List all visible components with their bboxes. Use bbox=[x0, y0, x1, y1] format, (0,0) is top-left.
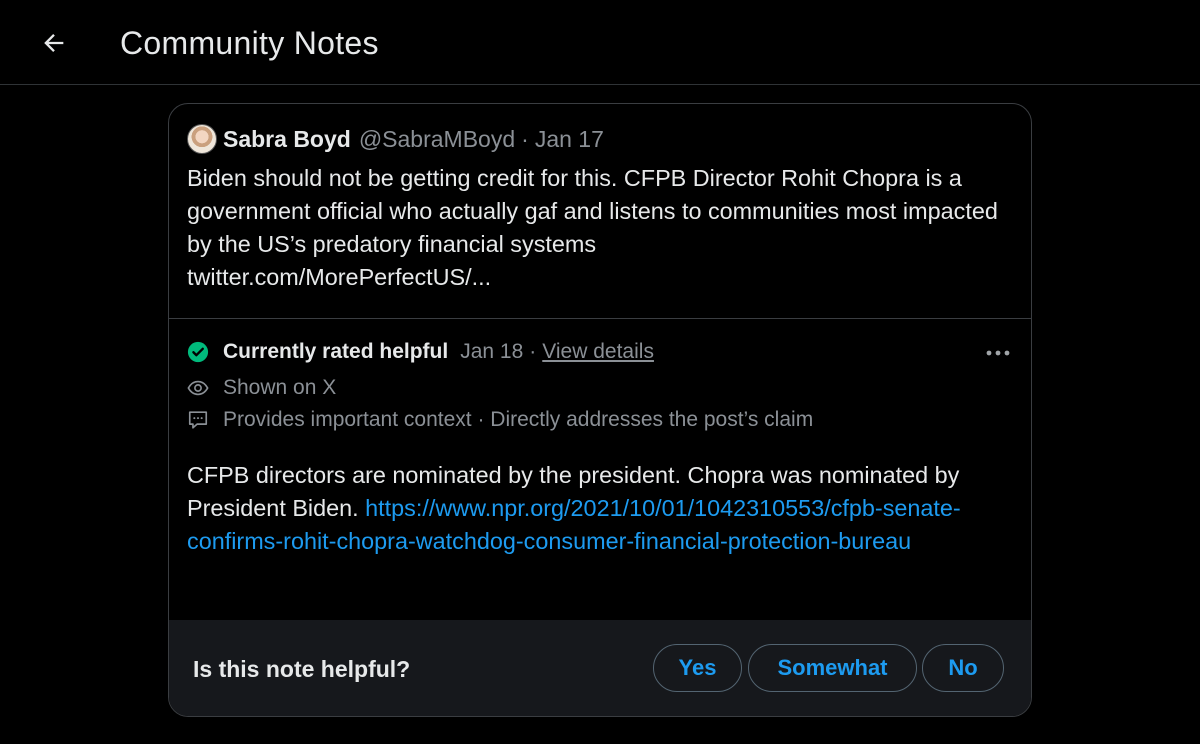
header: Community Notes bbox=[0, 0, 1200, 85]
separator-dot: · bbox=[521, 125, 529, 152]
community-note-card: Sabra Boyd @SabraMBoyd · Jan 17 Biden sh… bbox=[168, 103, 1032, 717]
post-text-block: Biden should not be getting credit for t… bbox=[187, 162, 1017, 294]
post-date[interactable]: Jan 17 bbox=[535, 126, 604, 153]
helpful-question: Is this note helpful? bbox=[193, 656, 411, 682]
separator-dot: · bbox=[529, 340, 537, 363]
status-date: Jan 18 bbox=[460, 340, 524, 363]
context-text: Provides important context · Directly ad… bbox=[223, 408, 814, 431]
post-header: Sabra Boyd @SabraMBoyd · Jan 17 bbox=[187, 124, 604, 154]
check-circle-icon bbox=[187, 341, 209, 363]
context-row: Provides important context · Directly ad… bbox=[187, 408, 813, 432]
no-button[interactable]: No bbox=[922, 644, 1004, 692]
avatar[interactable] bbox=[187, 124, 217, 154]
shown-on-text: Shown on X bbox=[223, 376, 337, 399]
view-details-link[interactable]: View details bbox=[542, 340, 654, 364]
more-options-button[interactable] bbox=[981, 340, 1015, 366]
post-text: Biden should not be getting credit for t… bbox=[187, 165, 998, 257]
yes-button[interactable]: Yes bbox=[653, 644, 742, 692]
quoted-post[interactable]: Sabra Boyd @SabraMBoyd · Jan 17 Biden sh… bbox=[169, 104, 1031, 319]
back-button[interactable] bbox=[30, 22, 78, 64]
more-horizontal-icon bbox=[986, 350, 1010, 356]
note-status-row: Currently rated helpful Jan 18 · View de… bbox=[187, 340, 654, 364]
comment-icon bbox=[188, 411, 208, 429]
author-handle[interactable]: @SabraMBoyd bbox=[359, 126, 515, 153]
somewhat-button[interactable]: Somewhat bbox=[748, 644, 917, 692]
post-link[interactable]: twitter.com/MorePerfectUS/... bbox=[187, 261, 1017, 294]
helpful-prompt-bar: Is this note helpful? Yes Somewhat No bbox=[169, 620, 1031, 716]
author-name[interactable]: Sabra Boyd bbox=[223, 126, 351, 153]
note-body: CFPB directors are nominated by the pres… bbox=[187, 459, 1022, 558]
eye-icon bbox=[187, 380, 209, 396]
arrow-left-icon bbox=[44, 34, 64, 52]
page-title: Community Notes bbox=[120, 25, 379, 61]
shown-on-row: Shown on X bbox=[187, 376, 336, 400]
status-label: Currently rated helpful bbox=[223, 340, 449, 363]
divider bbox=[169, 318, 1031, 319]
